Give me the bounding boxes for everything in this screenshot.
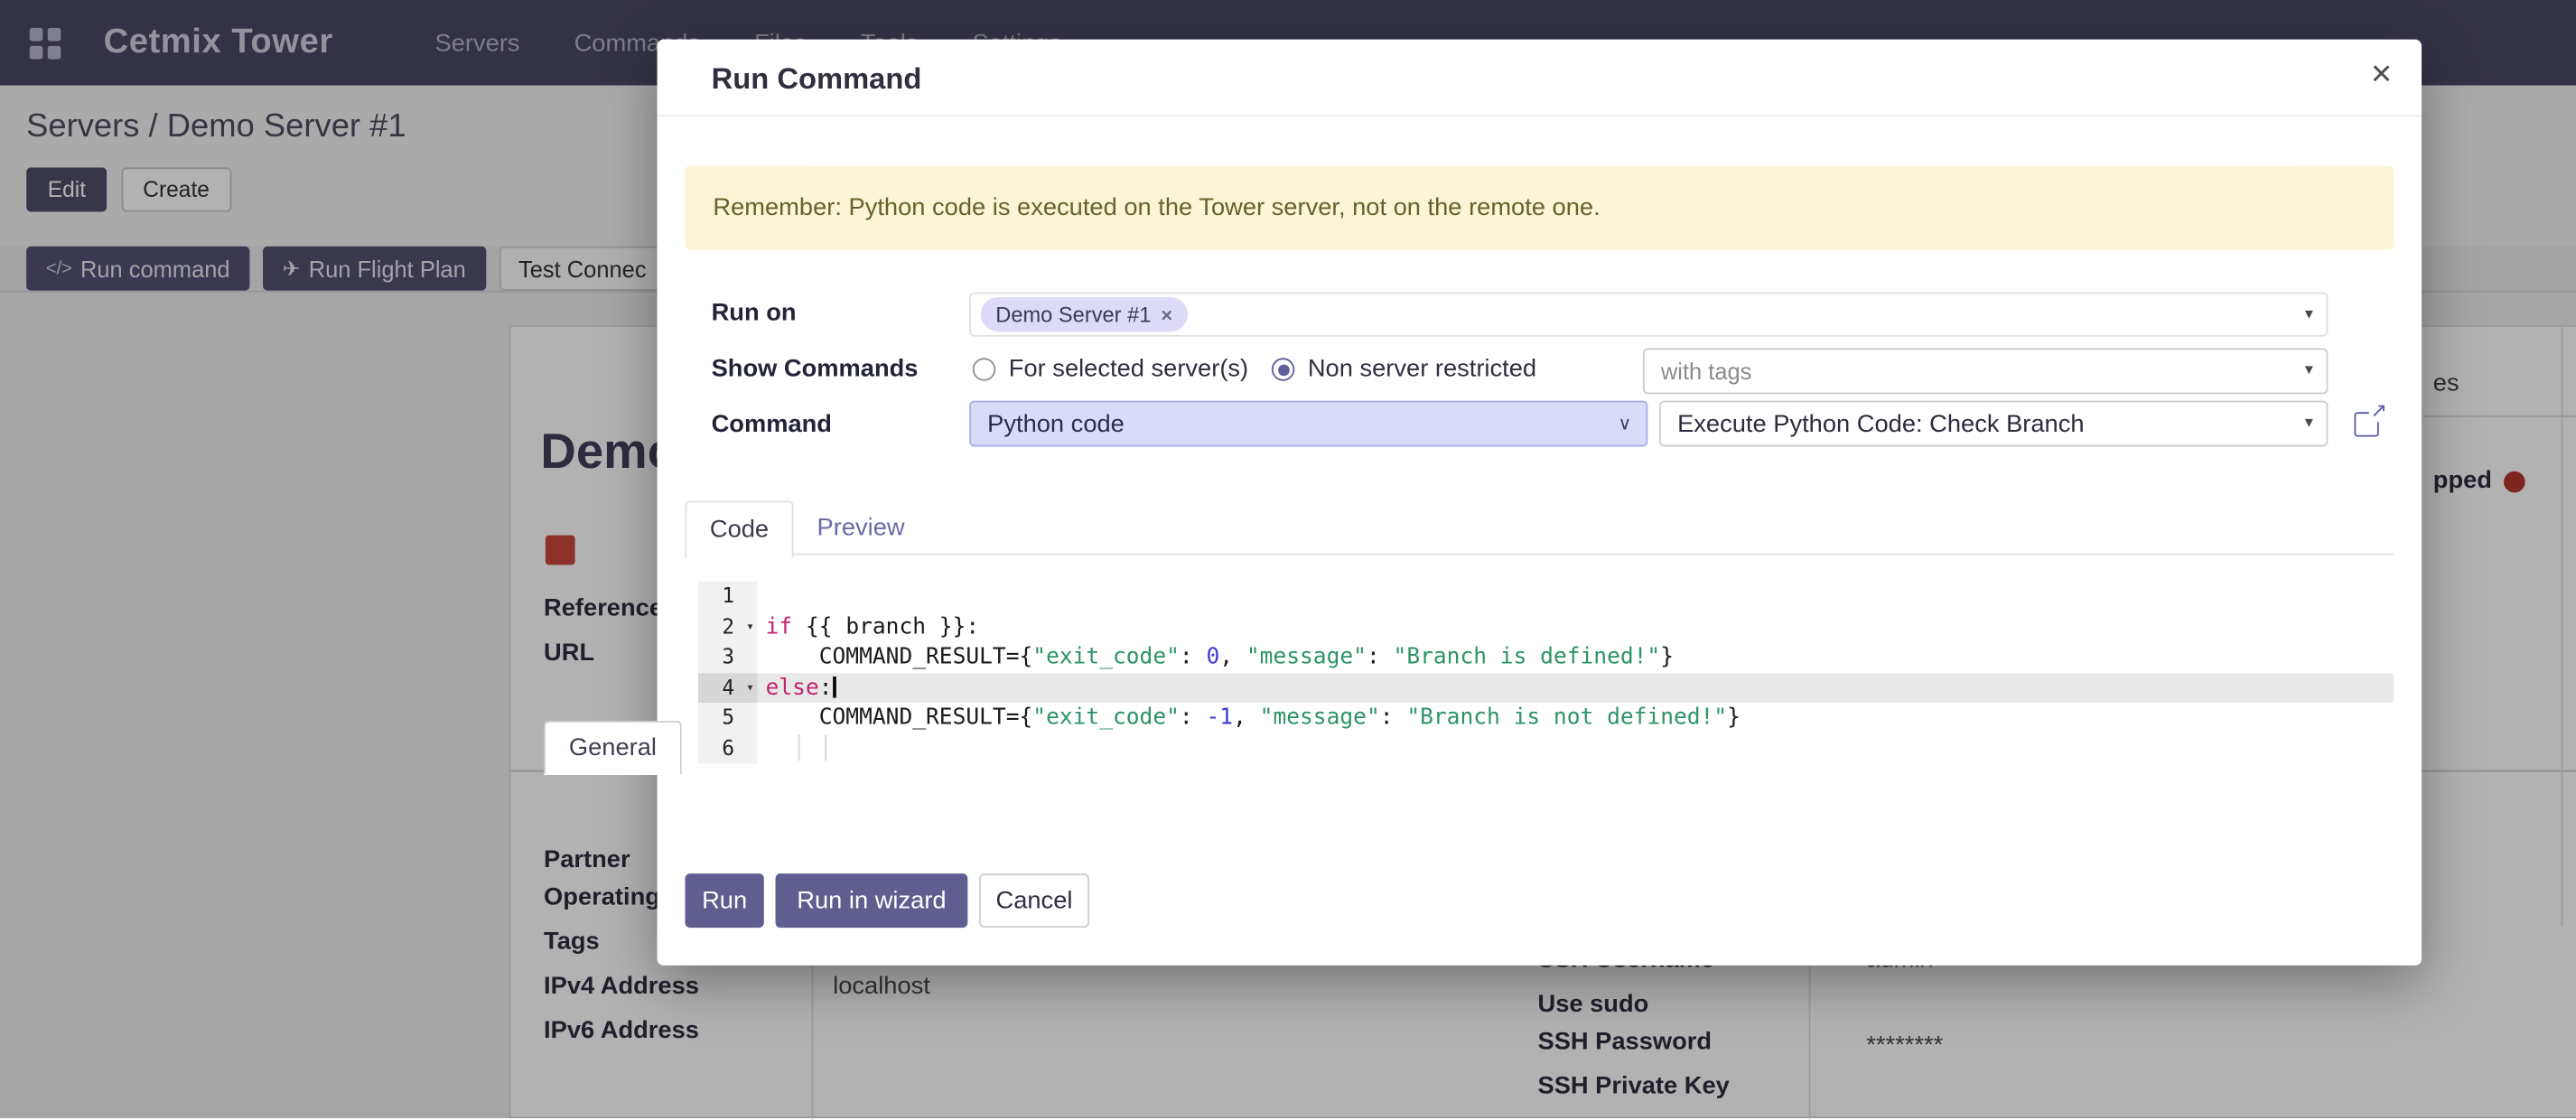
tab-general[interactable]: General — [544, 721, 682, 775]
run-command-modal: Run Command × Remember: Python code is e… — [658, 40, 2422, 966]
code-line[interactable]: 1 — [698, 582, 2394, 612]
line-number: 3 — [698, 642, 757, 673]
line-number: 4▾ — [698, 672, 757, 703]
command-select[interactable]: Execute Python Code: Check Branch ▾ — [1659, 401, 2328, 447]
code-line[interactable]: 6 │ │ — [698, 733, 2394, 764]
dropdown-caret-icon: ▾ — [2305, 361, 2313, 379]
tab-preview[interactable]: Preview — [803, 500, 918, 555]
modal-title: Run Command — [712, 62, 922, 97]
dropdown-caret-icon: ▾ — [2305, 414, 2313, 432]
show-commands-label: Show Commands — [712, 355, 919, 383]
warning-alert: Remember: Python code is executed on the… — [685, 166, 2394, 250]
radio-non-server-restricted[interactable] — [1272, 358, 1294, 380]
command-type-select[interactable]: Python code ∨ — [969, 401, 1647, 447]
radio-selected-servers[interactable] — [973, 358, 995, 380]
header-divider — [658, 115, 2422, 117]
with-tags-select[interactable]: with tags ▾ — [1643, 348, 2328, 394]
run-on-label: Run on — [712, 299, 797, 327]
code-line-text[interactable]: COMMAND_RESULT={"exit_code": -1, "messag… — [758, 703, 2394, 733]
command-label: Command — [712, 410, 832, 438]
remove-tag-icon[interactable]: × — [1161, 303, 1172, 325]
close-icon[interactable]: × — [2371, 56, 2392, 92]
chevron-down-icon: ∨ — [1619, 413, 1632, 434]
radio-selected-servers-label[interactable]: For selected server(s) — [1009, 355, 1248, 383]
dropdown-caret-icon[interactable]: ▾ — [2305, 304, 2313, 322]
code-line-text[interactable]: COMMAND_RESULT={"exit_code": 0, "message… — [758, 642, 2394, 673]
run-in-wizard-button[interactable]: Run in wizard — [776, 873, 968, 928]
run-button[interactable]: Run — [685, 873, 763, 928]
line-number: 1 — [698, 582, 757, 612]
external-link-icon[interactable] — [2354, 412, 2378, 436]
code-line[interactable]: 5 COMMAND_RESULT={"exit_code": -1, "mess… — [698, 703, 2394, 733]
code-line[interactable]: 3 COMMAND_RESULT={"exit_code": 0, "messa… — [698, 642, 2394, 673]
cancel-button[interactable]: Cancel — [979, 873, 1089, 928]
code-line-text[interactable]: │ │ — [758, 733, 2394, 764]
code-editor[interactable]: 12▾if {{ branch }}:3 COMMAND_RESULT={"ex… — [698, 582, 2394, 764]
server-tag-pill[interactable]: Demo Server #1 × — [981, 297, 1188, 331]
code-line[interactable]: 4▾else: — [698, 672, 2394, 703]
code-line-text[interactable] — [758, 582, 2394, 612]
command-value: Execute Python Code: Check Branch — [1677, 410, 2084, 438]
line-number: 2▾ — [698, 611, 757, 642]
fold-icon[interactable]: ▾ — [746, 672, 754, 703]
with-tags-placeholder: with tags — [1661, 358, 1751, 384]
code-line[interactable]: 2▾if {{ branch }}: — [698, 611, 2394, 642]
editor-tabs: Code Preview — [685, 500, 2394, 555]
line-number: 6 — [698, 733, 757, 764]
screen: Cetmix Tower Servers Commands Files Tool… — [0, 0, 2576, 1118]
fold-icon[interactable]: ▾ — [746, 611, 754, 642]
radio-non-server-restricted-label[interactable]: Non server restricted — [1308, 355, 1536, 383]
code-line-text[interactable]: else: — [758, 672, 2394, 703]
run-on-field[interactable]: Demo Server #1 × ▾ — [969, 293, 2328, 337]
command-type-value: Python code — [987, 410, 1125, 438]
server-tag-label: Demo Server #1 — [995, 302, 1151, 326]
tab-code[interactable]: Code — [685, 500, 793, 558]
line-number: 5 — [698, 703, 757, 733]
code-line-text[interactable]: if {{ branch }}: — [758, 611, 2394, 642]
text-cursor — [833, 676, 836, 697]
